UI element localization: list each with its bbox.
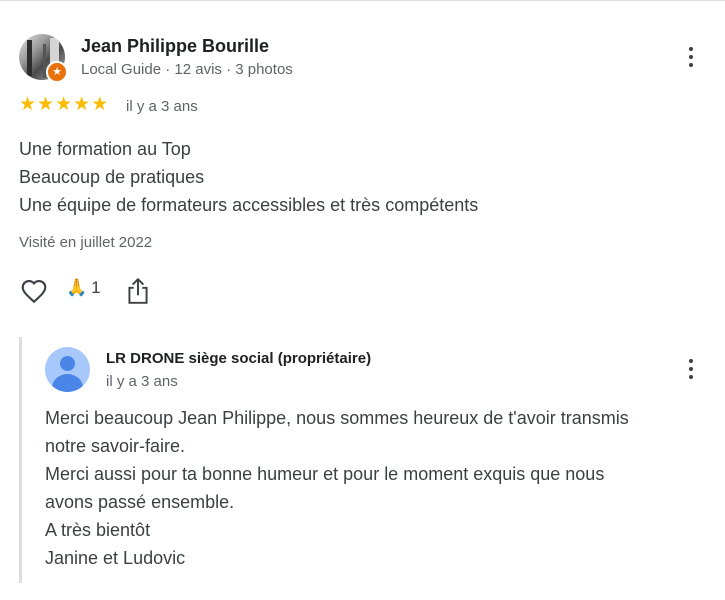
reply-text-line: Merci aussi pour ta bonne humeur et pour… [45,464,605,484]
review-text-line: Une formation au Top [19,139,191,159]
more-vert-icon-dot [689,55,693,59]
reply-more-options-button[interactable] [681,355,701,383]
star-icon: ★ [19,94,37,115]
review-text-line: Une équipe de formateurs accessibles et … [19,195,479,215]
person-placeholder-icon-body [52,374,83,392]
share-icon [128,278,148,304]
heart-outline-icon [21,279,47,304]
star-icon: ★ [37,94,55,115]
reply-text-line: Janine et Ludovic [45,548,186,568]
reply-text-line: Merci beaucoup Jean Philippe, nous somme… [45,408,629,428]
more-vert-icon-dot [689,367,693,371]
review-text: Une formation au Top Beaucoup de pratiqu… [19,135,478,219]
review-more-options-button[interactable] [681,43,701,71]
reply-text-line: notre savoir-faire. [45,436,186,456]
reply-text-line: avons passé ensemble. [45,492,235,512]
more-vert-icon-dot [689,47,693,51]
pray-emoji-icon: 🙏 [66,278,88,297]
more-vert-icon-dot [689,375,693,379]
reaction-count: 1 [91,278,101,297]
star-icon: ★ [73,94,91,115]
reply-time: il y a 3 ans [106,373,178,390]
reply-indent-bar [19,337,22,583]
owner-avatar [45,347,90,392]
share-button[interactable] [125,276,151,306]
more-vert-icon-dot [689,63,693,67]
person-placeholder-icon [60,356,75,371]
reviewer-meta: Local Guide · 12 avis · 3 photos [81,61,293,78]
avatar-photo-detail [27,40,32,76]
reaction-button[interactable]: 🙏 1 [66,278,101,298]
top-divider [0,0,725,1]
more-vert-icon-dot [689,359,693,363]
like-button[interactable] [19,276,49,306]
visited-date: Visité en juillet 2022 [19,234,153,251]
star-icon: ★ [91,94,109,115]
reviewer-name[interactable]: Jean Philippe Bourille [81,36,269,57]
local-guide-badge-icon: ★ [46,61,68,83]
review-text-line: Beaucoup de pratiques [19,167,205,187]
star-rating: ★ ★ ★ ★ ★ [19,95,108,115]
star-icon: ★ [55,94,73,115]
owner-name: LR DRONE siège social (propriétaire) [106,350,372,367]
review-time: il y a 3 ans [126,98,198,115]
reply-text-line: A très bientôt [45,520,151,540]
reply-text: Merci beaucoup Jean Philippe, nous somme… [45,404,629,572]
